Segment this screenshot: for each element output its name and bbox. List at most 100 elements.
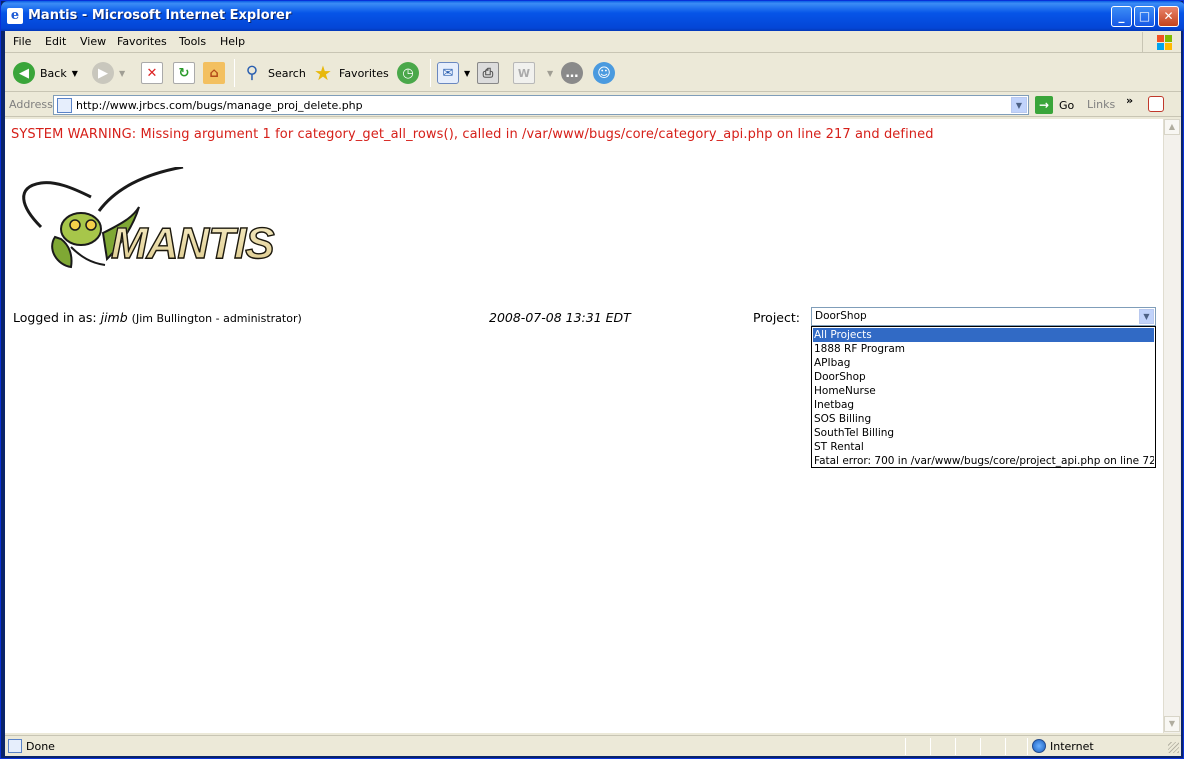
current-datetime: 2008-07-08 13:31 EDT [489,310,631,325]
print-button[interactable]: ⎙ [477,58,499,88]
favorites-label: Favorites [339,66,389,80]
standard-toolbar: ◀ Back ▼ ▶ ▼ ✕ ↻ ⌂ ⚲ Search ★ Favorites … [5,54,1181,92]
title-bar[interactable]: e Mantis - Microsoft Internet Explorer _… [1,1,1184,31]
forward-dropdown-icon[interactable]: ▼ [119,69,125,78]
project-option[interactable]: APIbag [813,356,1154,370]
browser-chrome: File Edit View Favorites Tools Help ◀ Ba… [5,31,1181,756]
refresh-button[interactable]: ↻ [173,58,195,88]
vertical-scrollbar[interactable]: ▲ ▼ [1163,119,1180,733]
links-label[interactable]: Links [1087,98,1115,111]
project-option[interactable]: HomeNurse [813,384,1154,398]
address-url[interactable]: http://www.jrbcs.com/bugs/manage_proj_de… [76,99,363,112]
status-separator [1005,738,1006,755]
project-label: Project: [753,310,800,325]
status-separator [980,738,981,755]
project-option[interactable]: 1888 RF Program [813,342,1154,356]
project-option[interactable]: ST Rental [813,440,1154,454]
project-option[interactable]: All Projects [813,328,1154,342]
forward-arrow-icon: ▶ [92,62,114,84]
scroll-up-icon[interactable]: ▲ [1164,119,1180,135]
stop-icon: ✕ [141,62,163,84]
minimize-button[interactable]: _ [1111,6,1132,27]
project-option[interactable]: DoorShop [813,370,1154,384]
project-dropdown-list: All Projects 1888 RF Program APIbag Door… [811,326,1156,468]
mantis-logo[interactable]: MANTIS [11,165,275,271]
messenger-button[interactable]: ☺ [593,58,615,88]
menu-bar: File Edit View Favorites Tools Help [5,31,1181,53]
back-button[interactable]: ◀ Back ▼ [13,58,78,88]
status-bar: Done Internet [5,735,1181,756]
star-icon: ★ [314,61,332,85]
discuss-icon: … [561,62,583,84]
scroll-down-icon[interactable]: ▼ [1164,716,1180,732]
close-button[interactable]: ✕ [1158,6,1179,27]
system-warning: SYSTEM WARNING: Missing argument 1 for c… [11,127,934,142]
chevron-down-icon[interactable]: ▼ [1139,309,1154,324]
refresh-icon: ↻ [173,62,195,84]
toolbar-separator [430,59,431,87]
menu-edit[interactable]: Edit [45,35,66,48]
windows-logo-icon [1142,32,1180,52]
address-input[interactable]: http://www.jrbcs.com/bugs/manage_proj_de… [53,95,1029,115]
edit-dropdown-icon[interactable]: ▼ [547,69,553,78]
home-icon: ⌂ [203,62,225,84]
globe-icon [1032,739,1046,753]
discuss-button[interactable]: … [561,58,583,88]
browser-window: e Mantis - Microsoft Internet Explorer _… [0,0,1184,759]
word-icon: W [513,62,535,84]
resize-grip-icon[interactable] [1168,742,1179,753]
toolbar-separator [234,59,235,87]
back-arrow-icon: ◀ [13,62,35,84]
project-option[interactable]: SOS Billing [813,412,1154,426]
address-dropdown-icon[interactable]: ▼ [1011,97,1027,113]
username[interactable]: jimb [101,310,128,325]
history-button[interactable]: ◷ [397,58,419,88]
status-text: Done [26,740,55,753]
logged-in-label: Logged in as: [13,310,97,325]
menu-help[interactable]: Help [220,35,245,48]
address-label: Address [9,98,53,111]
search-icon: ⚲ [245,63,259,83]
logo-text: MANTIS [110,218,275,268]
user-fullname: (Jim Bullington - administrator) [131,312,302,325]
messenger-icon: ☺ [593,62,615,84]
project-option[interactable]: Fatal error: 700 in /var/www/bugs/core/p… [813,454,1154,468]
logged-in-info: Logged in as: jimb (Jim Bullington - adm… [13,310,302,325]
status-separator [955,738,956,755]
history-icon: ◷ [397,62,419,84]
search-label: Search [268,66,306,80]
project-option[interactable]: Inetbag [813,398,1154,412]
mail-button[interactable]: ✉ ▼ [437,58,470,88]
address-bar: Address http://www.jrbcs.com/bugs/manage… [5,93,1181,117]
status-separator [905,738,906,755]
back-label: Back [40,66,67,80]
forward-button[interactable]: ▶ ▼ [92,58,125,88]
mail-icon: ✉ [437,62,459,84]
menu-favorites[interactable]: Favorites [117,35,167,48]
menu-tools[interactable]: Tools [179,35,206,48]
menu-file[interactable]: File [13,35,31,48]
status-separator [1027,738,1028,755]
security-zone: Internet [1050,740,1094,753]
page-done-icon [8,739,22,753]
go-button[interactable]: → Go [1035,96,1074,114]
menu-view[interactable]: View [80,35,106,48]
search-button[interactable]: ⚲ Search [241,58,306,88]
maximize-button[interactable]: □ [1134,6,1155,27]
back-dropdown-icon[interactable]: ▼ [72,69,78,78]
printer-icon: ⎙ [477,62,499,84]
go-arrow-icon: → [1035,96,1053,114]
page-icon [57,98,72,113]
project-select[interactable]: DoorShop ▼ [811,307,1156,326]
go-label: Go [1059,98,1075,112]
window-title: Mantis - Microsoft Internet Explorer [28,8,292,23]
links-chevron-icon[interactable]: » [1126,94,1133,107]
page-viewport: SYSTEM WARNING: Missing argument 1 for c… [5,119,1163,733]
project-option[interactable]: SouthTel Billing [813,426,1154,440]
research-icon[interactable] [1148,96,1164,112]
mail-dropdown-icon[interactable]: ▼ [464,69,470,78]
home-button[interactable]: ⌂ [203,58,225,88]
favorites-button[interactable]: ★ Favorites [312,58,389,88]
stop-button[interactable]: ✕ [141,58,163,88]
edit-button[interactable]: W ▼ [513,58,553,88]
